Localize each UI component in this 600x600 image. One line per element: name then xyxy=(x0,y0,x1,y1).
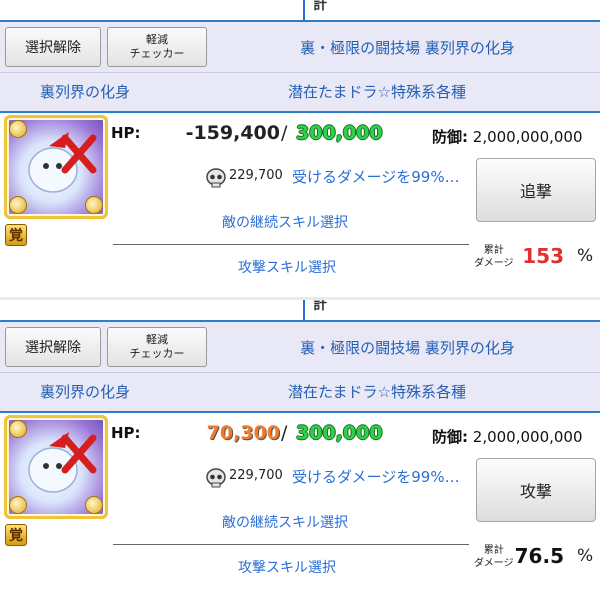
enemy-skill-select[interactable]: 敵の継続スキル選択 xyxy=(222,212,348,232)
checker-line-2: チェッカー xyxy=(129,47,185,60)
hp-current: -159,400 xyxy=(185,122,280,144)
dragon-sprite-icon xyxy=(28,132,97,193)
attack-value: 229,700 xyxy=(229,468,283,483)
hp-max: 300,000 xyxy=(296,422,383,444)
separator xyxy=(113,544,469,545)
cumulative-label-2: ダメージ xyxy=(474,558,514,569)
follow-up-attack-button[interactable]: 追撃 xyxy=(476,158,596,222)
attack-skill-select[interactable]: 攻撃スキル選択 xyxy=(238,557,336,577)
cumulative-label-1: 累計 xyxy=(483,545,504,556)
defense-value: 2,000,000,000 xyxy=(472,428,583,446)
header-bar: 選択解除 軽減 チェッカー 裏・極限の闘技場 裏列界の化身 xyxy=(0,322,600,373)
cumulative-label: 累計 ダメージ xyxy=(474,544,514,570)
clear-selection-button[interactable]: 選択解除 xyxy=(5,327,101,367)
header-bar: 選択解除 軽減 チェッカー 裏・極限の闘技場 裏列界の化身 xyxy=(0,22,600,73)
percent-sign: % xyxy=(577,546,594,566)
dungeon-title[interactable]: 裏・極限の闘技場 裏列界の化身 xyxy=(215,322,600,372)
monster-portrait[interactable] xyxy=(4,415,108,519)
defense-value: 2,000,000,000 xyxy=(472,128,583,146)
cumulative-damage-value: 153 xyxy=(522,244,564,268)
hp-label: HP: xyxy=(111,124,141,142)
dungeon-title[interactable]: 裏・極限の闘技場 裏列界の化身 xyxy=(215,22,600,72)
monster-portrait[interactable] xyxy=(4,115,108,219)
top-strip: 計 xyxy=(0,300,600,320)
top-label: 計 xyxy=(313,0,327,13)
top-label: 計 xyxy=(313,300,327,313)
floor-name[interactable]: 裏列界の化身 xyxy=(40,73,130,111)
checker-line-1: 軽減 xyxy=(146,33,168,46)
hp-max: 300,000 xyxy=(296,122,383,144)
defense: 防御: 2,000,000,000 xyxy=(432,126,583,147)
cumulative-damage-value: 76.5 xyxy=(514,544,564,568)
damage-taken-select[interactable]: 受けるダメージを99%… xyxy=(292,166,460,187)
cumulative-label-1: 累計 xyxy=(483,245,504,256)
awakening-icon[interactable]: 覚 xyxy=(5,224,27,246)
mitigation-checker-button[interactable]: 軽減 チェッカー xyxy=(107,27,207,67)
clear-selection-button[interactable]: 選択解除 xyxy=(5,27,101,67)
separator xyxy=(113,244,469,245)
enemy-skill-select[interactable]: 敵の継続スキル選択 xyxy=(222,512,348,532)
hp-current: 70,300 xyxy=(206,422,280,444)
hp-slash: / xyxy=(281,422,288,444)
hp-label: HP: xyxy=(111,424,141,442)
mitigation-checker-button[interactable]: 軽減 チェッカー xyxy=(107,327,207,367)
top-strip: 計 xyxy=(0,0,600,20)
divider xyxy=(303,0,305,20)
attack-button[interactable]: 攻撃 xyxy=(476,458,596,522)
defense-label: 防御: xyxy=(432,428,468,446)
cumulative-label-2: ダメージ xyxy=(474,258,514,269)
calculator-panel-2: 計 選択解除 軽減 チェッカー 裏・極限の闘技場 裏列界の化身 裏列界の化身 潜… xyxy=(0,300,600,600)
checker-line-2: チェッカー xyxy=(129,347,185,360)
attack-skill-select[interactable]: 攻撃スキル選択 xyxy=(238,257,336,277)
calculator-panel-1: 計 選択解除 軽減 チェッカー 裏・極限の闘技場 裏列界の化身 裏列界の化身 潜… xyxy=(0,0,600,300)
floor-row: 裏列界の化身 潜在たまドラ☆特殊系各種 xyxy=(0,73,600,113)
skull-icon xyxy=(206,168,226,188)
attack-value: 229,700 xyxy=(229,168,283,183)
defense-label: 防御: xyxy=(432,128,468,146)
floor-note[interactable]: 潜在たまドラ☆特殊系各種 xyxy=(288,373,466,411)
damage-taken-select[interactable]: 受けるダメージを99%… xyxy=(292,466,460,487)
cumulative-label: 累計 ダメージ xyxy=(474,244,514,270)
divider xyxy=(303,300,305,320)
checker-line-1: 軽減 xyxy=(146,333,168,346)
floor-row: 裏列界の化身 潜在たまドラ☆特殊系各種 xyxy=(0,373,600,413)
percent-sign: % xyxy=(577,246,594,266)
floor-name[interactable]: 裏列界の化身 xyxy=(40,373,130,411)
awakening-icon[interactable]: 覚 xyxy=(5,524,27,546)
dragon-sprite-icon xyxy=(28,432,97,493)
hp-slash: / xyxy=(281,122,288,144)
floor-note[interactable]: 潜在たまドラ☆特殊系各種 xyxy=(288,73,466,111)
skull-icon xyxy=(206,468,226,488)
defense: 防御: 2,000,000,000 xyxy=(432,426,583,447)
